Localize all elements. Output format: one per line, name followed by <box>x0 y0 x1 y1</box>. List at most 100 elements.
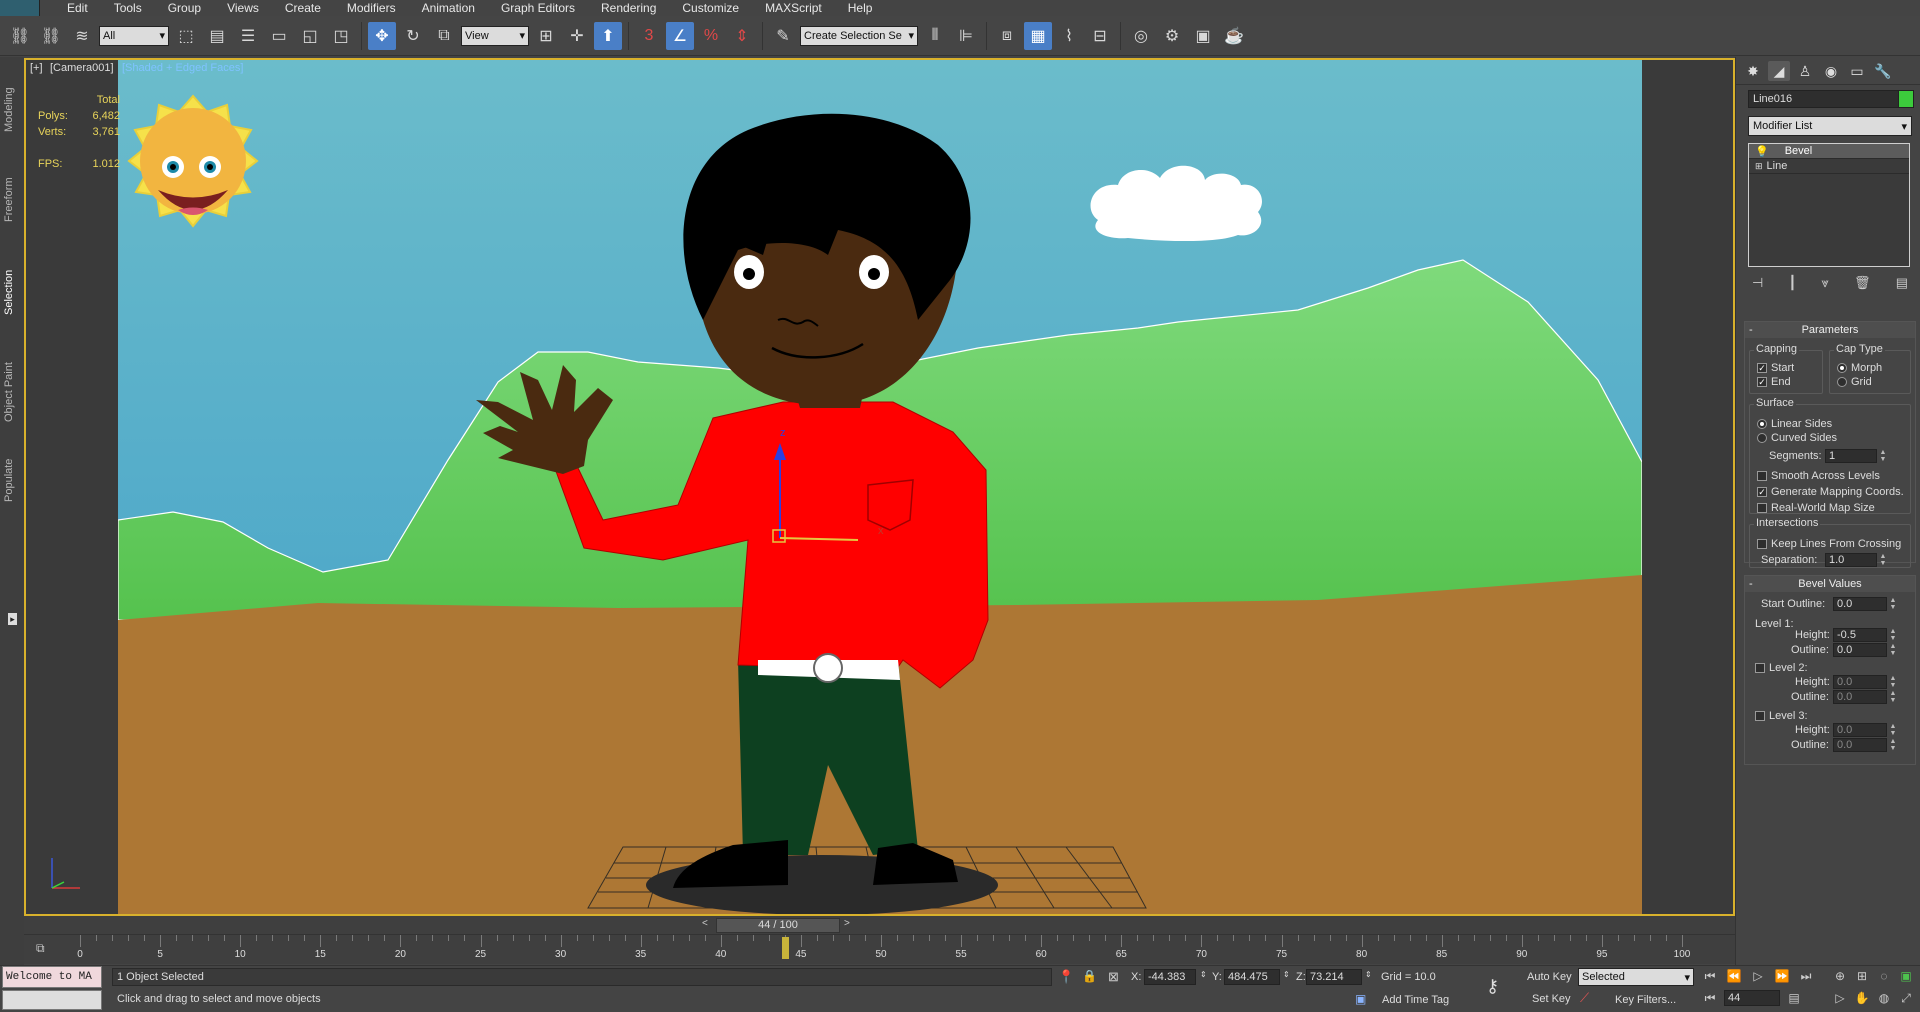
absolute-mode-icon[interactable]: ⊠ <box>1108 969 1119 985</box>
tab-freeform[interactable]: Freeform <box>3 177 15 222</box>
toggle-ribbon-icon[interactable]: ▦ <box>1024 21 1052 50</box>
select-and-move-icon[interactable]: ✥ <box>368 21 396 50</box>
parameters-rollout-header[interactable]: - Parameters <box>1745 322 1915 338</box>
zoom-icon[interactable]: ⊕ <box>1830 967 1850 985</box>
time-tag-icon[interactable]: ▣ <box>1355 992 1366 1006</box>
spinner-arrows-icon[interactable]: ▲ ▼ <box>1879 553 1887 567</box>
spinner-arrows-icon[interactable]: ⇕ <box>1200 970 1207 979</box>
key-mode-dropdown[interactable]: Selected ▾ <box>1578 968 1694 986</box>
show-end-result-icon[interactable]: ┃ <box>1789 275 1797 291</box>
rendered-frame-window-icon[interactable]: ▣ <box>1189 22 1217 50</box>
spinner-arrows-icon[interactable]: ▲ ▼ <box>1889 675 1897 689</box>
generate-mapping-coords-checkbox[interactable]: ✓ Generate Mapping Coords. <box>1757 486 1904 498</box>
select-by-name-icon[interactable]: ▤ <box>203 22 231 50</box>
tab-populate[interactable]: Populate <box>3 459 15 502</box>
key-icon[interactable]: ⚷ <box>1486 976 1499 997</box>
level3-checkbox[interactable]: Level 3: <box>1755 710 1808 722</box>
angle-snap-icon[interactable]: ∠ <box>666 21 694 50</box>
select-list-icon[interactable]: ☰ <box>234 22 262 50</box>
next-frame-icon[interactable]: ⏩ <box>1772 967 1792 985</box>
hierarchy-tab-icon[interactable]: ♙ <box>1794 61 1816 81</box>
tab-object-paint[interactable]: Object Paint <box>3 362 15 422</box>
display-tab-icon[interactable]: ▭ <box>1846 61 1868 81</box>
reference-coordinate-dropdown[interactable]: View ▾ <box>461 25 529 46</box>
viewport-menu-plus[interactable]: [+] <box>30 62 43 74</box>
create-tab-icon[interactable]: ✸ <box>1742 61 1764 81</box>
named-selection-set-dropdown[interactable]: Create Selection Se ▾ <box>800 25 918 46</box>
percent-snap-icon[interactable]: % <box>697 22 725 50</box>
key-filters-button[interactable]: Key Filters... <box>1615 994 1676 1006</box>
segments-spinner[interactable]: 1 <box>1825 449 1877 463</box>
window-crossing-icon[interactable]: ◱ <box>296 22 324 50</box>
expand-ribbon-icon[interactable]: ▸ <box>8 613 17 625</box>
spinner-arrows-icon[interactable]: ▲ ▼ <box>1889 597 1897 611</box>
rectangular-selection-icon[interactable]: ▭ <box>265 22 293 50</box>
spinner-arrows-icon[interactable]: ▲ ▼ <box>1879 449 1887 463</box>
cap-start-checkbox[interactable]: ✓ Start <box>1757 362 1794 374</box>
time-configuration-icon[interactable]: ▤ <box>1784 989 1804 1007</box>
zoom-region-icon[interactable]: ⤢ <box>1896 989 1916 1007</box>
modifier-list-dropdown[interactable]: Modifier List ▾ <box>1748 116 1912 136</box>
modify-tab-icon[interactable]: ◢ <box>1768 61 1790 81</box>
cap-type-grid-radio[interactable]: Grid <box>1837 376 1872 388</box>
keep-lines-from-crossing-checkbox[interactable]: Keep Lines From Crossing <box>1757 538 1901 550</box>
field-of-view-icon[interactable]: ▷ <box>1830 989 1850 1007</box>
cap-type-morph-radio[interactable]: Morph <box>1837 362 1882 374</box>
tab-selection[interactable]: Selection <box>3 270 15 315</box>
pivot-center-icon[interactable]: ⊞ <box>532 22 560 50</box>
dolly-icon[interactable]: ◍ <box>1874 989 1894 1007</box>
level3-height-spinner[interactable]: 0.0 <box>1833 723 1887 737</box>
curved-sides-radio[interactable]: Curved Sides <box>1757 432 1837 444</box>
zoom-all-icon[interactable]: ⊞ <box>1852 967 1872 985</box>
menu-animation[interactable]: Animation <box>409 0 488 16</box>
smooth-across-levels-checkbox[interactable]: Smooth Across Levels <box>1757 470 1880 482</box>
viewport-scene[interactable]: z x <box>118 60 1642 914</box>
stack-item-line[interactable]: ⊞ Line <box>1749 159 1909 174</box>
window-selection-icon[interactable]: ◳ <box>327 22 355 50</box>
isolate-selection-icon[interactable]: 📍 <box>1058 969 1074 985</box>
level2-checkbox[interactable]: Level 2: <box>1755 662 1808 674</box>
spinner-snap-icon[interactable]: ⇕ <box>728 22 756 50</box>
link-icon[interactable]: ⛓ <box>6 22 34 50</box>
current-frame-field[interactable]: 44 <box>1724 990 1780 1006</box>
align-icon[interactable]: ⊫ <box>952 22 980 50</box>
remove-modifier-icon[interactable]: 🗑 <box>1854 275 1871 291</box>
curve-editor-icon[interactable]: ⌇ <box>1055 22 1083 50</box>
set-key-button[interactable]: Set Key <box>1532 993 1571 1005</box>
spinner-arrows-icon[interactable]: ▲ ▼ <box>1889 738 1897 752</box>
auto-key-button[interactable]: Auto Key <box>1527 971 1572 983</box>
selection-lock-icon[interactable]: 🔒 <box>1082 969 1097 983</box>
menu-rendering[interactable]: Rendering <box>588 0 669 16</box>
mirror-icon[interactable]: ⫴ <box>921 22 949 50</box>
level2-height-spinner[interactable]: 0.0 <box>1833 675 1887 689</box>
layer-explorer-icon[interactable]: ⧈ <box>993 22 1021 50</box>
tab-modeling[interactable]: Modeling <box>3 87 15 132</box>
separation-spinner[interactable]: 1.0 <box>1825 553 1877 567</box>
select-and-scale-icon[interactable]: ⧉ <box>430 22 458 50</box>
configure-modifier-sets-icon[interactable]: ▤ <box>1896 275 1908 291</box>
key-mode-toggle-icon[interactable]: ⏮ <box>1700 989 1720 1007</box>
linear-sides-radio[interactable]: Linear Sides <box>1757 418 1832 430</box>
default-tangent-icon[interactable]: ⟋ <box>1580 990 1589 1006</box>
edit-named-selection-icon[interactable]: ✎ <box>769 22 797 50</box>
make-unique-icon[interactable]: ⩔ <box>1822 275 1829 291</box>
level1-outline-spinner[interactable]: 0.0 <box>1833 643 1887 657</box>
lightbulb-icon[interactable]: 💡 <box>1755 145 1769 158</box>
select-and-rotate-icon[interactable]: ↻ <box>399 22 427 50</box>
viewport-shading-mode[interactable]: [Shaded + Edged Faces] <box>122 62 243 74</box>
orbit-icon[interactable]: ◌ <box>1874 967 1894 985</box>
menu-views[interactable]: Views <box>214 0 272 16</box>
stack-item-bevel[interactable]: 💡 Bevel <box>1749 144 1909 159</box>
menu-create[interactable]: Create <box>272 0 334 16</box>
schematic-view-icon[interactable]: ⊟ <box>1086 22 1114 50</box>
time-slider-thumb[interactable]: 44 / 100 <box>716 918 840 933</box>
viewport-point-of-view[interactable]: [Camera001] <box>50 62 114 74</box>
motion-tab-icon[interactable]: ◉ <box>1820 61 1842 81</box>
spinner-arrows-icon[interactable]: ▲ ▼ <box>1889 690 1897 704</box>
menu-graph-editors[interactable]: Graph Editors <box>488 0 588 16</box>
bevel-values-rollout-header[interactable]: - Bevel Values <box>1745 576 1915 592</box>
mini-curve-editor-icon[interactable]: ⧉ <box>36 941 45 956</box>
time-slider-prev-icon[interactable]: < <box>702 918 708 929</box>
current-frame-marker[interactable] <box>781 937 789 959</box>
object-color-swatch[interactable] <box>1898 90 1914 108</box>
